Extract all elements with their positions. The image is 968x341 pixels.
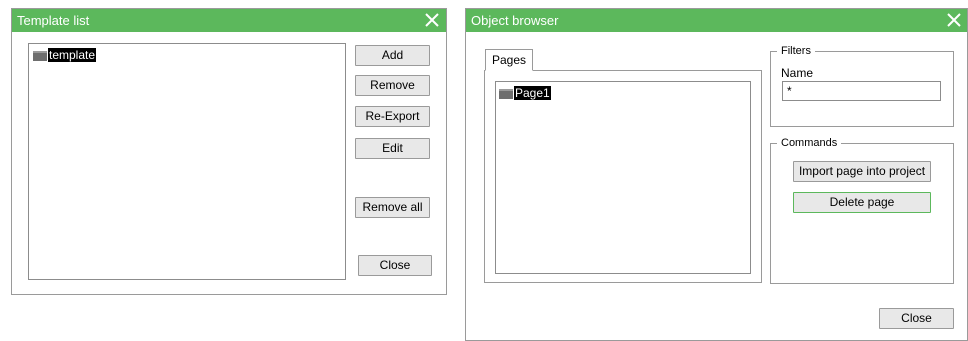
tab-pages[interactable]: Pages <box>485 49 534 71</box>
object-browser-titlebar[interactable]: Object browser <box>466 9 967 32</box>
object-browser-dialog: Object browser Pages Page1 Filters Name … <box>465 8 968 341</box>
list-item-label: template <box>48 48 97 62</box>
filters-legend: Filters <box>781 45 811 57</box>
tab-label: Pages <box>492 53 527 67</box>
commands-legend: Commands <box>781 137 838 149</box>
add-button[interactable]: Add <box>355 45 430 66</box>
remove-all-button[interactable]: Remove all <box>355 197 430 218</box>
template-list-titlebar[interactable]: Template list <box>12 9 446 32</box>
list-item[interactable]: template <box>33 48 97 62</box>
reexport-button[interactable]: Re-Export <box>355 106 430 127</box>
dialog-title: Template list <box>17 13 90 28</box>
list-item-label: Page1 <box>514 86 551 100</box>
list-item[interactable]: Page1 <box>499 86 551 100</box>
name-label: Name <box>781 66 814 80</box>
name-filter-input[interactable] <box>782 81 941 101</box>
close-button[interactable]: Close <box>358 255 432 276</box>
close-icon[interactable] <box>423 11 441 29</box>
page-icon <box>499 88 513 99</box>
pages-listbox[interactable]: Page1 <box>495 81 751 274</box>
import-page-button[interactable]: Import page into project <box>793 161 931 182</box>
folder-icon <box>33 50 47 61</box>
close-icon[interactable] <box>945 11 963 29</box>
pages-tab-panel: Page1 <box>484 70 762 283</box>
template-list-dialog: Template list template Add Remove Re-Exp… <box>11 8 447 295</box>
edit-button[interactable]: Edit <box>355 138 430 159</box>
close-button[interactable]: Close <box>879 308 954 329</box>
template-listbox[interactable]: template <box>28 43 346 280</box>
remove-button[interactable]: Remove <box>355 75 430 96</box>
delete-page-button[interactable]: Delete page <box>793 192 931 213</box>
dialog-title: Object browser <box>471 13 559 28</box>
